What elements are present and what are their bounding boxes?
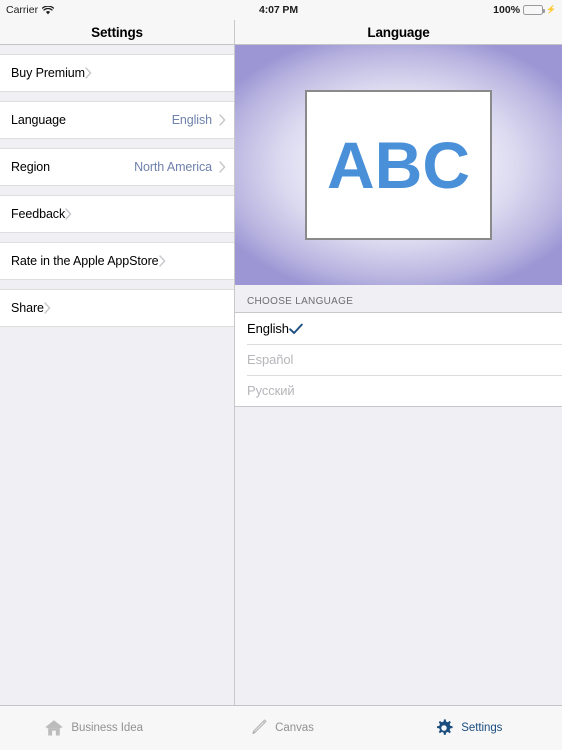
tab-bar: Business Idea Canvas Settings bbox=[0, 705, 562, 750]
tab-canvas[interactable]: Canvas bbox=[187, 718, 374, 738]
choose-language-header: CHOOSE LANGUAGE bbox=[235, 285, 562, 312]
sidebar-item-buy-premium[interactable]: Buy Premium bbox=[0, 54, 234, 92]
hero-abc-text: ABC bbox=[327, 128, 470, 202]
language-option-label: Español bbox=[247, 352, 294, 367]
app-screen: Carrier 4:07 PM 100% ⚡ Settings Buy Prem… bbox=[0, 0, 562, 750]
chevron-right-icon bbox=[44, 302, 51, 314]
hero-card: ABC bbox=[305, 90, 492, 240]
wifi-icon bbox=[42, 5, 55, 15]
language-option-english[interactable]: English bbox=[235, 313, 562, 344]
sidebar-item-label: Language bbox=[11, 113, 66, 127]
tab-label: Settings bbox=[461, 722, 503, 734]
language-option-label: English bbox=[247, 321, 289, 336]
language-options-list[interactable]: English Español Русский bbox=[235, 312, 562, 407]
battery-percent-label: 100% bbox=[493, 4, 521, 16]
sidebar-item-value: English bbox=[171, 113, 212, 127]
chevron-right-icon bbox=[212, 114, 226, 126]
tab-label: Canvas bbox=[275, 722, 314, 734]
chevron-right-icon bbox=[158, 255, 166, 267]
detail-empty-area bbox=[235, 407, 562, 705]
sidebar-item-share[interactable]: Share bbox=[0, 289, 234, 327]
battery-full-icon bbox=[523, 5, 545, 15]
sidebar-item-region[interactable]: Region North America bbox=[0, 148, 234, 186]
status-bar-left: Carrier bbox=[0, 4, 235, 16]
tab-label: Business Idea bbox=[71, 722, 143, 734]
master-title: Settings bbox=[91, 24, 143, 40]
master-pane: Settings Buy Premium Language English Re… bbox=[0, 20, 235, 705]
sidebar-item-label: Region bbox=[11, 160, 51, 174]
split-view: Settings Buy Premium Language English Re… bbox=[0, 20, 562, 705]
language-option-espanol[interactable]: Español bbox=[235, 344, 562, 375]
status-bar-right: 4:07 PM 100% ⚡ bbox=[235, 4, 562, 16]
sidebar-item-label: Share bbox=[11, 301, 44, 315]
language-hero-banner: ABC bbox=[235, 45, 562, 285]
detail-title: Language bbox=[367, 24, 430, 40]
checkmark-icon bbox=[289, 323, 303, 335]
master-navbar: Settings bbox=[0, 20, 234, 45]
chevron-right-icon bbox=[85, 67, 92, 79]
sidebar-item-language[interactable]: Language English bbox=[0, 101, 234, 139]
detail-navbar: Language bbox=[235, 20, 562, 45]
gear-icon bbox=[434, 718, 454, 738]
clock-label: 4:07 PM bbox=[259, 4, 298, 16]
tab-business-idea[interactable]: Business Idea bbox=[0, 719, 187, 737]
tab-settings[interactable]: Settings bbox=[375, 718, 562, 738]
sidebar-item-rate-appstore[interactable]: Rate in the Apple AppStore bbox=[0, 242, 234, 280]
chevron-right-icon bbox=[65, 208, 72, 220]
chevron-right-icon bbox=[212, 161, 226, 173]
battery-status: 100% ⚡ bbox=[493, 4, 556, 16]
status-bar: Carrier 4:07 PM 100% ⚡ bbox=[0, 0, 562, 20]
sidebar-item-label: Feedback bbox=[11, 207, 66, 221]
sidebar-item-label: Buy Premium bbox=[11, 66, 85, 80]
language-option-russian[interactable]: Русский bbox=[235, 375, 562, 406]
settings-list[interactable]: Buy Premium Language English Region Nort… bbox=[0, 45, 234, 705]
sidebar-item-value: North America bbox=[134, 160, 212, 174]
language-option-label: Русский bbox=[247, 383, 295, 398]
home-icon bbox=[44, 719, 64, 737]
sidebar-item-feedback[interactable]: Feedback bbox=[0, 195, 234, 233]
detail-pane: Language ABC CHOOSE LANGUAGE English Esp… bbox=[235, 20, 562, 705]
carrier-label: Carrier bbox=[6, 4, 39, 16]
pencil-icon bbox=[248, 718, 268, 738]
charging-bolt-icon: ⚡ bbox=[546, 5, 556, 14]
sidebar-item-label: Rate in the Apple AppStore bbox=[11, 254, 159, 268]
